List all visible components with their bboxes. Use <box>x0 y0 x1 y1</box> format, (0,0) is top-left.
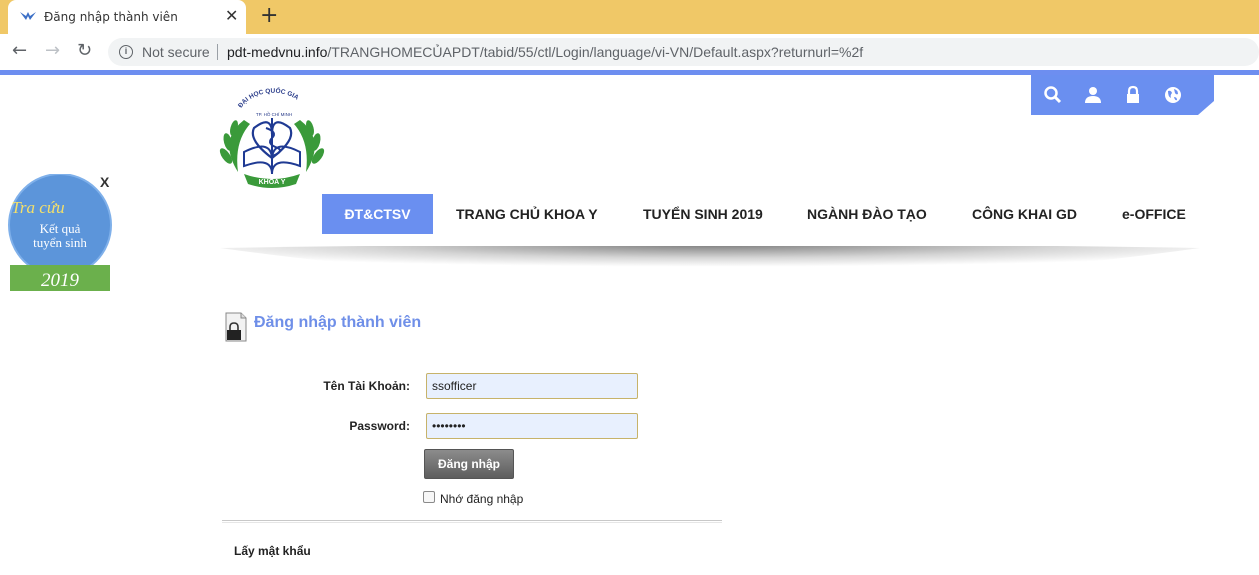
admission-lookup-badge[interactable]: Tra cứu Kết quả tuyển sinh 2019 <box>5 174 117 292</box>
browser-tab[interactable]: Đăng nhập thành viên ✕ <box>8 0 246 34</box>
new-tab-icon[interactable]: + <box>260 3 278 28</box>
badge-line1: Tra cứu <box>11 198 64 217</box>
tab-close-icon[interactable]: ✕ <box>225 6 238 25</box>
username-field[interactable] <box>426 373 638 399</box>
reload-icon[interactable]: ↻ <box>77 40 92 61</box>
url-path: /TRANGHOMECỦAPDT/tabid/55/ctl/Login/lang… <box>327 44 864 60</box>
forward-icon[interactable]: → <box>45 40 60 61</box>
address-bar: ← → ↻ i Not secure pdt-medvnu.info/TRANG… <box>0 34 1259 70</box>
site-favicon-icon <box>20 12 36 20</box>
badge-line3: tuyển sinh <box>33 235 87 250</box>
back-icon[interactable]: ← <box>12 40 27 61</box>
menu-item-trang-chu[interactable]: TRANG CHỦ KHOA Y <box>456 194 598 234</box>
badge-year: 2019 <box>41 270 80 291</box>
svg-text:ĐẠI HỌC QUỐC GIA: ĐẠI HỌC QUỐC GIA <box>237 85 300 110</box>
omnibox-divider <box>217 44 218 60</box>
user-icon[interactable] <box>1083 85 1103 105</box>
omnibox[interactable]: i Not secure pdt-medvnu.info/TRANGHOMECỦ… <box>108 38 1259 66</box>
url-text[interactable]: pdt-medvnu.info/TRANGHOMECỦAPDT/tabid/55… <box>227 44 863 60</box>
khoa-y-logo[interactable]: ĐẠI HỌC QUỐC GIA TP. HỒ CHÍ MINH KHOA Y <box>214 80 330 190</box>
logo-arc-text: ĐẠI HỌC QUỐC GIA <box>237 85 300 110</box>
forgot-password-link[interactable]: Lấy mật khẩu <box>234 544 311 558</box>
logo-arc-text-2: TP. HỒ CHÍ MINH <box>256 111 292 117</box>
corner-fold <box>1198 101 1214 115</box>
logo-ribbon-text: KHOA Y <box>259 179 286 186</box>
site-info-icon[interactable]: i <box>119 45 133 59</box>
badge-line2: Kết quả <box>40 221 81 236</box>
lock-icon[interactable] <box>1123 85 1143 105</box>
menu-item-nganh-dao-tao[interactable]: NGÀNH ĐÀO TẠO <box>807 194 927 234</box>
login-button[interactable]: Đăng nhập <box>424 449 514 479</box>
tab-title: Đăng nhập thành viên <box>44 10 178 24</box>
menu-item-dtctsv[interactable]: ĐT&CTSV <box>322 194 433 234</box>
menu-shadow-divider <box>220 246 1200 282</box>
url-host: pdt-medvnu.info <box>227 44 328 60</box>
search-icon[interactable] <box>1043 85 1063 105</box>
menu-item-cong-khai[interactable]: CÔNG KHAI GD <box>972 194 1077 234</box>
password-label: Password: <box>349 419 410 433</box>
username-label: Tên Tài Khoản: <box>323 379 410 393</box>
page-title: Đăng nhập thành viên <box>254 314 422 331</box>
top-tools-bar <box>1031 75 1214 115</box>
badge-close-button[interactable]: X <box>100 174 109 190</box>
browser-tab-strip: Đăng nhập thành viên ✕ + <box>0 0 1259 34</box>
menu-item-eoffice[interactable]: e-OFFICE <box>1122 194 1186 234</box>
menu-item-tuyen-sinh[interactable]: TUYỂN SINH 2019 <box>643 194 763 234</box>
password-field[interactable] <box>426 413 638 439</box>
security-status[interactable]: Not secure <box>142 44 210 60</box>
remember-checkbox[interactable] <box>423 491 435 503</box>
section-divider <box>222 520 722 523</box>
padlock-page-icon <box>225 312 247 342</box>
globe-icon[interactable] <box>1163 85 1183 105</box>
remember-label[interactable]: Nhớ đăng nhập <box>440 492 523 506</box>
